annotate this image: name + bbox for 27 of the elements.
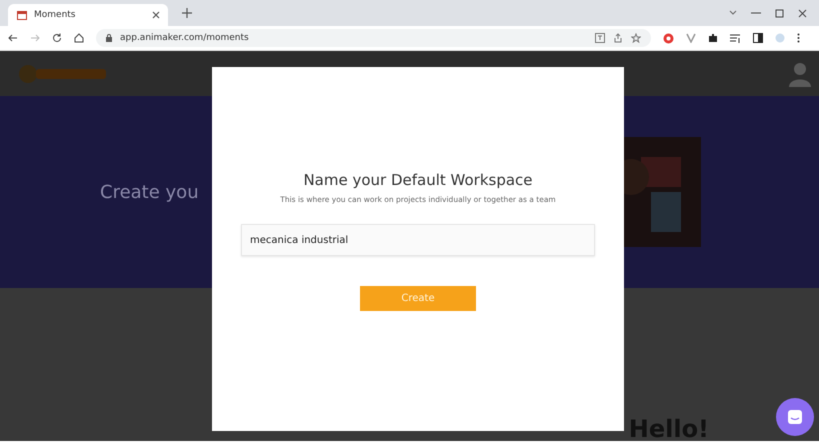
dialog-title: Name your Default Workspace (303, 171, 533, 189)
more-icon[interactable] (797, 33, 800, 43)
reload-icon[interactable] (52, 33, 62, 43)
star-icon[interactable] (631, 33, 641, 43)
address-bar[interactable]: app.animaker.com/moments (96, 29, 651, 47)
url-text: app.animaker.com/moments (120, 33, 249, 43)
back-icon[interactable] (8, 33, 18, 43)
close-icon[interactable] (798, 8, 807, 18)
chat-icon (787, 409, 803, 425)
calendar-icon (16, 9, 28, 21)
reading-list-icon[interactable] (730, 33, 741, 43)
home-icon[interactable] (74, 33, 84, 43)
share-icon[interactable] (613, 33, 623, 43)
chevron-down-icon[interactable] (729, 10, 737, 16)
lock-icon (106, 34, 112, 42)
hero-title: Create you (100, 182, 199, 202)
close-icon[interactable] (152, 11, 160, 19)
minimize-icon[interactable] (751, 12, 761, 14)
extension-icon[interactable] (686, 33, 696, 43)
browser-tab[interactable]: Moments (8, 4, 168, 26)
side-panel-icon[interactable] (753, 33, 763, 43)
maximize-icon[interactable] (775, 8, 784, 18)
new-tab-icon[interactable] (182, 8, 192, 18)
extension-icon[interactable] (663, 32, 674, 44)
input-field[interactable]: mecanica industrial (241, 224, 595, 256)
tab-title: Moments (34, 10, 76, 20)
translate-icon[interactable] (595, 33, 605, 43)
